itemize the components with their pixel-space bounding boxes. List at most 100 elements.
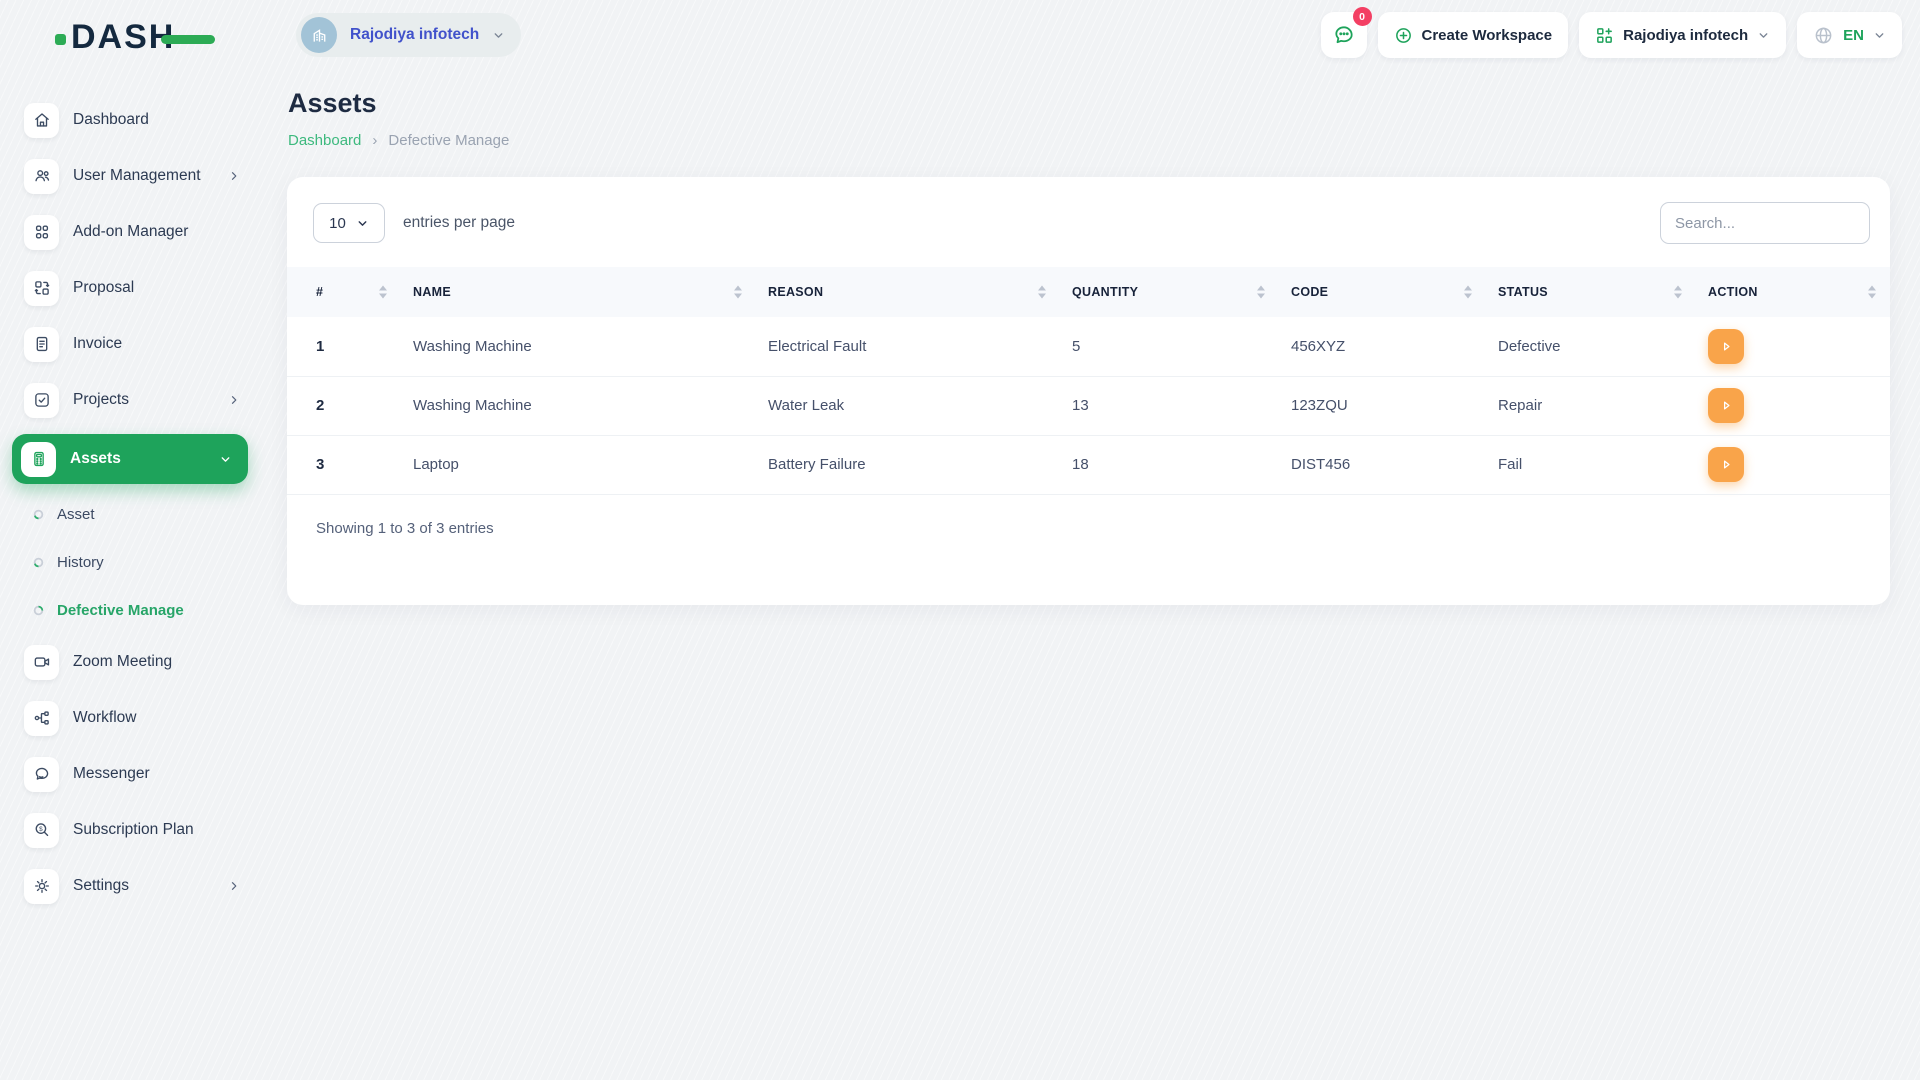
cell-code: DIST456	[1291, 435, 1498, 495]
sidebar-item-subscription-plan[interactable]: $ Subscription Plan	[0, 802, 260, 858]
cell-quantity: 5	[1072, 317, 1291, 377]
sidebar-item-label: User Management	[73, 167, 201, 184]
column-header-quantity[interactable]: QUANTITY	[1072, 267, 1291, 317]
sidebar-item-label: Subscription Plan	[73, 821, 194, 838]
chevron-down-icon	[494, 32, 503, 38]
entries-per-page-value: 10	[329, 214, 346, 232]
users-icon	[24, 158, 59, 194]
cell-quantity: 18	[1072, 435, 1291, 495]
table-entries-summary: Showing 1 to 3 of 3 entries	[316, 520, 494, 537]
sort-arrows-icon[interactable]	[379, 285, 389, 299]
sidebar-subitem-history[interactable]: History	[0, 538, 260, 586]
sidebar-item-assets[interactable]: Assets	[12, 434, 248, 484]
chevron-right-icon	[228, 880, 240, 892]
sidebar-subitem-asset[interactable]: Asset	[0, 490, 260, 538]
bullet-ring-icon	[33, 605, 44, 616]
create-workspace-button[interactable]: Create Workspace	[1377, 12, 1569, 58]
column-header-name[interactable]: NAME	[413, 267, 768, 317]
sort-arrows-icon[interactable]	[734, 285, 744, 299]
sort-arrows-icon[interactable]	[1464, 285, 1474, 299]
table-row: 3 Laptop Battery Failure 18 DIST456 Fail	[287, 435, 1890, 495]
building-icon	[313, 28, 325, 42]
video-icon	[24, 644, 59, 680]
brand-logo[interactable]: DASH	[55, 16, 216, 58]
sort-arrows-icon[interactable]	[1257, 285, 1267, 299]
plus-circle-icon	[1395, 27, 1411, 43]
sidebar-item-label: Projects	[73, 391, 129, 408]
sort-arrows-icon[interactable]	[1674, 285, 1684, 299]
sidebar-item-label: Messenger	[73, 765, 150, 782]
defective-assets-card: 10 entries per page # NAME REASON QUANTI…	[287, 177, 1890, 605]
globe-icon	[1815, 27, 1832, 43]
chevron-down-icon	[1875, 32, 1884, 38]
cell-status: Defective	[1498, 317, 1708, 377]
logo-dash-shape	[161, 35, 216, 44]
search-input[interactable]	[1660, 202, 1870, 244]
sidebar-item-label: Settings	[73, 877, 130, 894]
grid-icon	[24, 214, 59, 250]
breadcrumb-dashboard-link[interactable]: Dashboard	[288, 132, 361, 149]
messages-button[interactable]: 0	[1320, 7, 1372, 58]
table-row: 2 Washing Machine Water Leak 13 123ZQU R…	[287, 376, 1890, 436]
column-header-num[interactable]: #	[287, 267, 413, 317]
cell-action	[1708, 317, 1890, 377]
gear-icon	[24, 868, 59, 904]
breadcrumb-current: Defective Manage	[388, 132, 510, 149]
sidebar-item-user-management[interactable]: User Management	[0, 148, 260, 204]
cell-num: 2	[287, 376, 413, 436]
sidebar-item-addon-manager[interactable]: Add-on Manager	[0, 204, 260, 260]
bullet-ring-icon	[33, 557, 44, 568]
sidebar-item-projects[interactable]: Projects	[0, 372, 260, 428]
cell-num: 1	[287, 317, 413, 377]
defective-assets-table: # NAME REASON QUANTITY CODE STATUS ACTIO…	[287, 267, 1890, 495]
sidebar-item-settings[interactable]: Settings	[0, 858, 260, 914]
cell-name: Washing Machine	[413, 317, 768, 377]
chevron-down-icon	[1759, 32, 1768, 38]
chat-icon	[24, 756, 59, 792]
column-header-code[interactable]: CODE	[1291, 267, 1498, 317]
sidebar-subitem-defective-manage[interactable]: Defective Manage	[0, 586, 260, 634]
sidebar-item-label: Assets	[70, 450, 121, 467]
share-icon	[24, 700, 59, 736]
search-dollar-icon: $	[24, 812, 59, 848]
workspace-dropdown[interactable]: Rajodiya infotech	[1579, 12, 1787, 58]
sidebar-item-proposal[interactable]: Proposal	[0, 260, 260, 316]
sidebar-item-invoice[interactable]: Invoice	[0, 316, 260, 372]
cell-reason: Battery Failure	[768, 435, 1072, 495]
row-action-button[interactable]	[1708, 328, 1744, 364]
cell-code: 123ZQU	[1291, 376, 1498, 436]
sidebar-subitem-label: Defective Manage	[57, 601, 184, 619]
column-header-status[interactable]: STATUS	[1498, 267, 1708, 317]
breadcrumb: Dashboard › Defective Manage	[288, 132, 509, 149]
column-header-action[interactable]: ACTION	[1708, 267, 1890, 317]
caret-right-icon	[1723, 342, 1730, 351]
brand-name: DASH	[71, 18, 176, 56]
row-action-button[interactable]	[1708, 388, 1744, 423]
sidebar-item-workflow[interactable]: Workflow	[0, 690, 260, 746]
sidebar-item-label: Workflow	[73, 709, 137, 726]
sidebar-item-label: Zoom Meeting	[73, 653, 173, 670]
sort-arrows-icon[interactable]	[1868, 285, 1878, 299]
sidebar-item-label: Add-on Manager	[73, 223, 189, 240]
create-workspace-label: Create Workspace	[1421, 26, 1553, 44]
sidebar-item-dashboard[interactable]: Dashboard	[0, 92, 260, 148]
entries-per-page-select[interactable]: 10	[313, 203, 385, 243]
cell-quantity: 13	[1072, 376, 1291, 436]
swap-boxes-icon	[24, 270, 59, 306]
sidebar-item-messenger[interactable]: Messenger	[0, 746, 260, 802]
sidebar-item-zoom-meeting[interactable]: Zoom Meeting	[0, 634, 260, 690]
language-selector[interactable]: EN	[1797, 12, 1902, 58]
row-action-button[interactable]	[1708, 447, 1744, 482]
sidebar-item-label: Invoice	[73, 335, 123, 352]
cell-status: Repair	[1498, 376, 1708, 436]
chevron-right-icon	[228, 394, 240, 406]
svg-text:$: $	[39, 826, 43, 833]
table-header-row: # NAME REASON QUANTITY CODE STATUS ACTIO…	[287, 267, 1890, 317]
entries-per-page-label: entries per page	[403, 214, 516, 231]
workspace-avatar	[301, 17, 337, 53]
sort-arrows-icon[interactable]	[1038, 285, 1048, 299]
workspace-switcher-pill[interactable]: Rajodiya infotech	[296, 13, 522, 57]
column-header-reason[interactable]: REASON	[768, 267, 1072, 317]
breadcrumb-separator-icon: ›	[372, 132, 378, 149]
cell-reason: Electrical Fault	[768, 317, 1072, 377]
